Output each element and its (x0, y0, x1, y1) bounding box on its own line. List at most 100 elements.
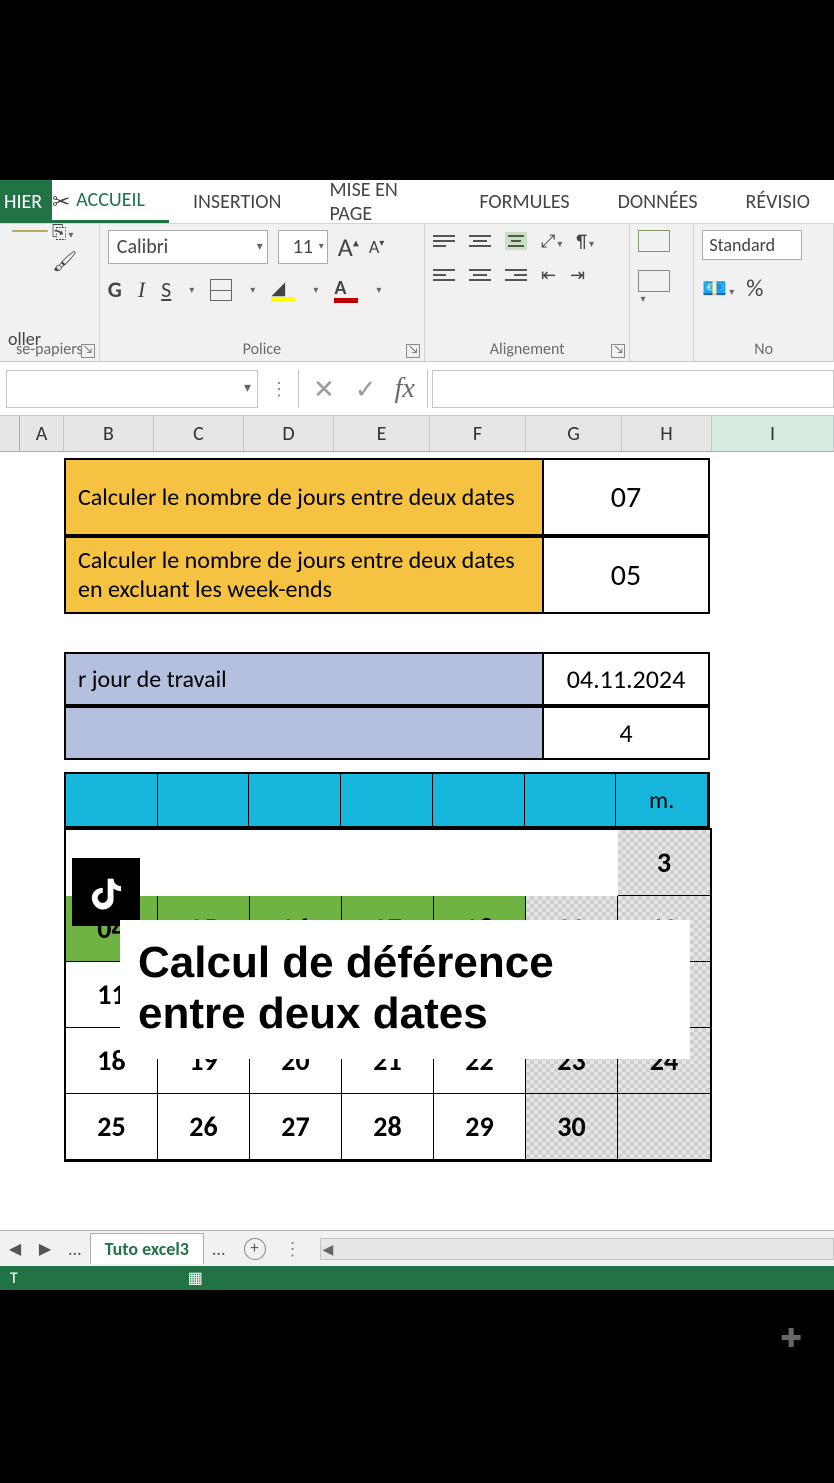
cal-header-6[interactable] (525, 774, 617, 826)
sheet-ellipsis-right[interactable]: ... (204, 1238, 234, 1260)
wrap-text-icon[interactable] (638, 230, 670, 252)
sheet-nav-next[interactable]: ▶ (30, 1239, 60, 1259)
col-header-D[interactable]: D (244, 416, 334, 451)
excel-window: HIER ACCUEIL INSERTION MISE EN PAGE FORM… (0, 180, 834, 1290)
horizontal-scrollbar[interactable]: ◀ (320, 1238, 834, 1260)
underline-button[interactable]: S (161, 276, 171, 303)
cal-cell[interactable]: 27 (250, 1094, 342, 1160)
font-size-value: 11 (293, 235, 313, 259)
cal-cell[interactable]: 29 (434, 1094, 526, 1160)
insert-function-icon[interactable]: fx (387, 373, 423, 405)
group-label-alignment: Alignement (425, 340, 630, 359)
format-painter-icon[interactable]: 🖌 (52, 249, 77, 274)
value-first-workday[interactable]: 04.11.2024 (544, 652, 710, 706)
percent-format-icon[interactable]: % (746, 274, 763, 303)
italic-button[interactable]: I (138, 277, 145, 303)
formula-bar-options[interactable]: ⋮ (264, 378, 294, 400)
enter-formula-icon[interactable]: ✓ (345, 373, 387, 405)
shrink-font-icon[interactable]: A▾ (369, 236, 384, 258)
formula-input[interactable] (432, 370, 834, 408)
tab-insertion[interactable]: INSERTION (169, 180, 306, 223)
name-box[interactable]: ▾ (6, 370, 258, 408)
grow-font-icon[interactable]: A▴ (338, 231, 359, 263)
value-days-between[interactable]: 07 (544, 458, 710, 536)
align-bottom-icon[interactable] (505, 232, 527, 250)
cal-header-2[interactable] (158, 774, 250, 826)
tab-formules[interactable]: FORMULES (455, 180, 593, 223)
column-headers: A B C D E F G H I (0, 416, 834, 452)
clipboard-dialog-launcher[interactable] (81, 344, 95, 358)
ribbon: ✂ ⎘▾ 🖌 oller se-papiers Calibri▾ 11▾ A▴ … (0, 224, 834, 362)
cal-cell[interactable]: 25 (66, 1094, 158, 1160)
align-right-icon[interactable] (505, 269, 527, 281)
cal-header-7[interactable]: m. (616, 774, 708, 826)
cal-cell[interactable]: 28 (342, 1094, 434, 1160)
col-header-C[interactable]: C (154, 416, 244, 451)
sheet-tabs-bar: ◀ ▶ ... Tuto excel3 ... + ⋮ ◀ (0, 1230, 834, 1266)
para-icon[interactable]: ¶▾ (576, 230, 594, 252)
align-top-icon[interactable] (433, 235, 455, 247)
row-days-between: Calculer le nombre de jours entre deux d… (64, 458, 710, 536)
cancel-formula-icon[interactable]: ✕ (303, 373, 345, 405)
paste-button[interactable] (12, 230, 48, 232)
cal-cell[interactable]: 30 (526, 1094, 618, 1160)
borders-icon[interactable] (210, 279, 232, 301)
col-header-I[interactable]: I (712, 416, 834, 451)
cal-header-4[interactable] (341, 774, 433, 826)
sheet-nav-prev[interactable]: ◀ (0, 1239, 30, 1259)
new-sheet-button[interactable]: + (244, 1238, 266, 1260)
cal-header-1[interactable] (66, 774, 158, 826)
overlay-caption: Calcul de déférence entre deux dates (120, 920, 690, 1059)
cal-header-3[interactable] (249, 774, 341, 826)
merge-cells-icon[interactable] (638, 270, 670, 292)
sheet-ellipsis-left[interactable]: ... (60, 1238, 90, 1260)
col-header-E[interactable]: E (334, 416, 430, 451)
col-header-F[interactable]: F (430, 416, 526, 451)
number-format-select[interactable]: Standard (702, 230, 802, 260)
label-days-between[interactable]: Calculer le nombre de jours entre deux d… (64, 458, 544, 536)
label-first-workday[interactable]: r jour de travail (64, 652, 544, 706)
font-dialog-launcher[interactable] (406, 344, 420, 358)
tab-revision[interactable]: RÉVISIO (722, 180, 834, 223)
align-left-icon[interactable] (433, 269, 455, 281)
accounting-format-icon[interactable]: 💶▾ (702, 276, 734, 301)
col-header-H[interactable]: H (622, 416, 712, 451)
cut-icon[interactable]: ✂ (52, 188, 70, 215)
cal-cell-03[interactable]: 3 (618, 830, 710, 896)
increase-indent-icon[interactable]: ⇥ (570, 264, 585, 286)
label-days-excl-weekends[interactable]: Calculer le nombre de jours entre deux d… (64, 536, 544, 614)
font-color-icon[interactable]: A (334, 276, 358, 303)
cal-header-5[interactable] (433, 774, 525, 826)
value-days-excl-weekends[interactable]: 05 (544, 536, 710, 614)
cal-cell[interactable]: 26 (158, 1094, 250, 1160)
group-number: Standard 💶▾ % No (694, 224, 834, 361)
ribbon-tabs: HIER ACCUEIL INSERTION MISE EN PAGE FORM… (0, 180, 834, 224)
align-middle-icon[interactable] (469, 235, 491, 247)
macro-record-icon[interactable]: ▦ (188, 1268, 203, 1288)
label-second[interactable] (64, 706, 544, 760)
select-all-corner[interactable] (0, 416, 20, 451)
align-center-icon[interactable] (469, 269, 491, 281)
value-second[interactable]: 4 (544, 706, 710, 760)
font-name-select[interactable]: Calibri▾ (108, 230, 268, 264)
sheet-grid[interactable]: Calculer le nombre de jours entre deux d… (0, 452, 834, 1232)
tab-donnees[interactable]: DONNÉES (594, 180, 722, 223)
sheet-tabs-options[interactable]: ⋮ (276, 1238, 310, 1260)
col-header-A[interactable]: A (20, 416, 64, 451)
col-header-B[interactable]: B (64, 416, 154, 451)
col-header-G[interactable]: G (526, 416, 622, 451)
row-days-excl-weekends: Calculer le nombre de jours entre deux d… (64, 536, 710, 614)
copy-icon[interactable]: ⎘▾ (52, 221, 73, 243)
sheet-tab-active[interactable]: Tuto excel3 (90, 1233, 204, 1264)
bold-button[interactable]: G (108, 276, 122, 303)
alignment-dialog-launcher[interactable] (611, 344, 625, 358)
tab-file[interactable]: HIER (0, 180, 52, 223)
font-size-select[interactable]: 11▾ (278, 230, 328, 264)
decrease-indent-icon[interactable]: ⇤ (541, 264, 556, 286)
group-label-font: Police (100, 340, 424, 359)
tab-mise-en-page[interactable]: MISE EN PAGE (305, 180, 455, 223)
fill-color-icon[interactable]: ◢ (271, 277, 295, 302)
cal-cell[interactable] (618, 1094, 710, 1160)
orientation-icon[interactable]: ⤢▾ (541, 230, 562, 252)
formula-bar: ▾ ⋮ ✕ ✓ fx (0, 362, 834, 416)
